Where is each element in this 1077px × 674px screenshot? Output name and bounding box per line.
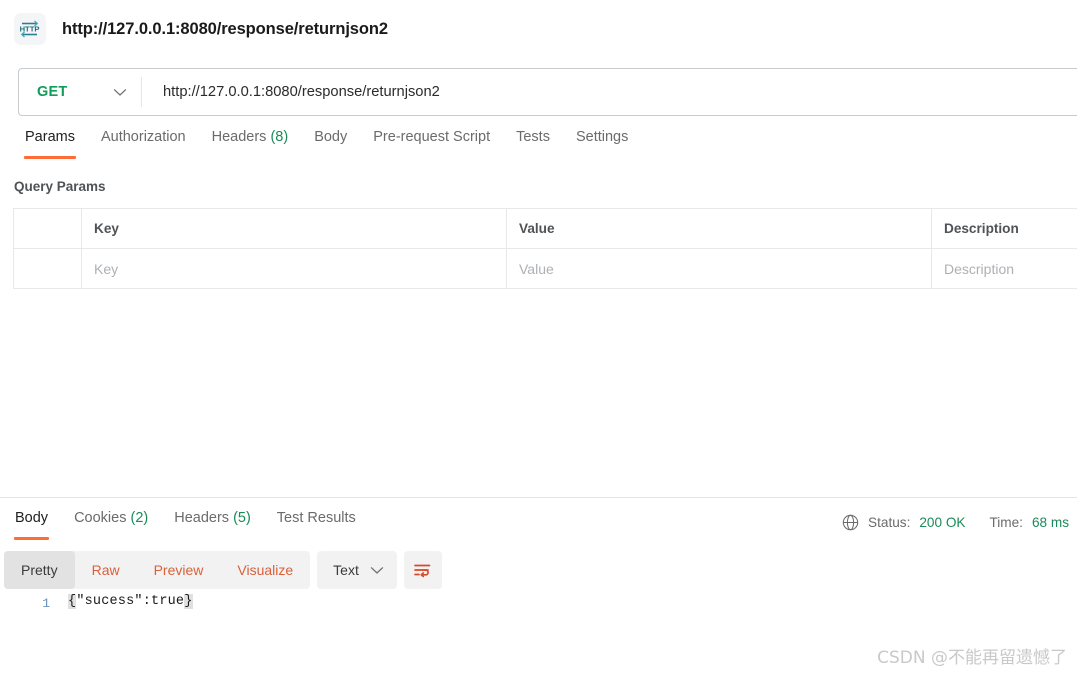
line-number: 1 [42, 596, 50, 611]
response-meta: Status: 200 OK Time: 68 ms [842, 511, 1069, 533]
response-tabs: Body Cookies (2) Headers (5) Test Result… [0, 509, 700, 545]
tab-params-label: Params [25, 129, 75, 145]
chevron-down-icon [113, 88, 127, 96]
response-tab-body[interactable]: Body [2, 509, 61, 540]
http-method-select[interactable]: GET [19, 69, 141, 115]
response-body-line: {"sucess":true} [68, 594, 193, 609]
column-header-value: Value [506, 208, 932, 249]
tab-pre-request-script-label: Pre-request Script [373, 129, 491, 145]
pane-divider[interactable] [0, 497, 1077, 498]
tab-headers[interactable]: Headers (8) [199, 128, 302, 159]
row-key-cell[interactable]: Key [81, 248, 507, 289]
wrap-lines-button[interactable] [403, 551, 442, 589]
description-input-placeholder: Description [944, 260, 1015, 277]
response-tab-test-results[interactable]: Test Results [264, 509, 369, 540]
chevron-down-icon [370, 566, 384, 574]
request-url-input[interactable]: http://127.0.0.1:8080/response/returnjso… [142, 69, 1077, 115]
response-tab-test-results-label: Test Results [276, 510, 356, 526]
tab-headers-count: (8) [270, 129, 289, 145]
table-header-row: Key Value Description [13, 208, 1077, 249]
response-tab-body-label: Body [15, 510, 49, 526]
tab-body-label: Body [314, 129, 348, 145]
response-tab-cookies[interactable]: Cookies (2) [61, 509, 161, 540]
tab-pre-request-script[interactable]: Pre-request Script [360, 128, 503, 159]
response-toolbar: Pretty Raw Preview Visualize Text [4, 551, 442, 589]
view-mode-pretty[interactable]: Pretty [4, 551, 75, 589]
close-brace: } [184, 594, 193, 609]
status-label: Status: [868, 514, 911, 530]
tab-authorization[interactable]: Authorization [88, 128, 199, 159]
row-value-cell[interactable]: Value [506, 248, 932, 289]
row-checkbox-cell[interactable] [13, 248, 82, 289]
tab-headers-label: Headers [211, 129, 267, 145]
tab-settings-label: Settings [575, 129, 629, 145]
watermark: CSDN @不能再留遗憾了 [877, 648, 1067, 668]
tab-tests-label: Tests [516, 129, 550, 145]
view-mode-pretty-label: Pretty [21, 562, 58, 578]
svg-text:HTTP: HTTP [20, 25, 40, 34]
tab-settings[interactable]: Settings [563, 128, 641, 159]
tab-params[interactable]: Params [12, 128, 88, 159]
response-body-content: "sucess":true [76, 594, 185, 609]
table-row: Key Value Description [13, 248, 1077, 289]
response-format-select[interactable]: Text [317, 551, 397, 589]
page-title: http://127.0.0.1:8080/response/returnjso… [62, 19, 388, 38]
globe-icon[interactable] [842, 514, 859, 531]
wrap-lines-icon [414, 564, 431, 577]
column-header-key: Key [81, 208, 507, 249]
column-header-checkbox [13, 208, 82, 249]
response-tab-headers-label: Headers [174, 510, 230, 526]
http-method-label: GET [37, 84, 68, 100]
time-value: 68 ms [1031, 514, 1069, 530]
response-tab-cookies-label: Cookies [74, 510, 127, 526]
tab-body[interactable]: Body [301, 128, 360, 159]
tab-authorization-label: Authorization [100, 129, 186, 145]
column-header-description: Description [931, 208, 1077, 249]
request-tabs: Params Authorization Headers (8) Body Pr… [0, 128, 1077, 166]
response-tab-cookies-count: (2) [130, 510, 149, 526]
tab-tests[interactable]: Tests [503, 128, 563, 159]
view-mode-visualize[interactable]: Visualize [220, 551, 310, 589]
response-view-mode-group: Pretty Raw Preview Visualize [4, 551, 311, 589]
time-label: Time: [989, 514, 1023, 530]
titlebar: HTTP http://127.0.0.1:8080/response/retu… [0, 0, 1077, 58]
view-mode-preview[interactable]: Preview [137, 551, 221, 589]
status-value: 200 OK [919, 514, 966, 530]
view-mode-raw-label: Raw [91, 562, 120, 578]
response-body-viewer[interactable]: 1 {"sucess":true} [0, 594, 1077, 634]
view-mode-preview-label: Preview [153, 562, 204, 578]
response-tab-headers[interactable]: Headers (5) [161, 509, 264, 540]
http-protocol-icon: HTTP [14, 13, 46, 45]
query-params-title: Query Params [14, 179, 106, 194]
response-format-label: Text [333, 562, 359, 578]
response-tab-headers-count: (5) [233, 510, 251, 526]
view-mode-raw[interactable]: Raw [75, 551, 137, 589]
request-url-bar: GET http://127.0.0.1:8080/response/retur… [18, 68, 1077, 116]
key-input-placeholder: Key [94, 260, 119, 277]
value-input-placeholder: Value [519, 260, 554, 277]
postman-window: HTTP http://127.0.0.1:8080/response/retu… [0, 0, 1077, 674]
view-mode-visualize-label: Visualize [237, 562, 294, 578]
query-params-table: Key Value Description Key Value Descript… [13, 208, 1077, 289]
row-description-cell[interactable]: Description [931, 248, 1077, 289]
